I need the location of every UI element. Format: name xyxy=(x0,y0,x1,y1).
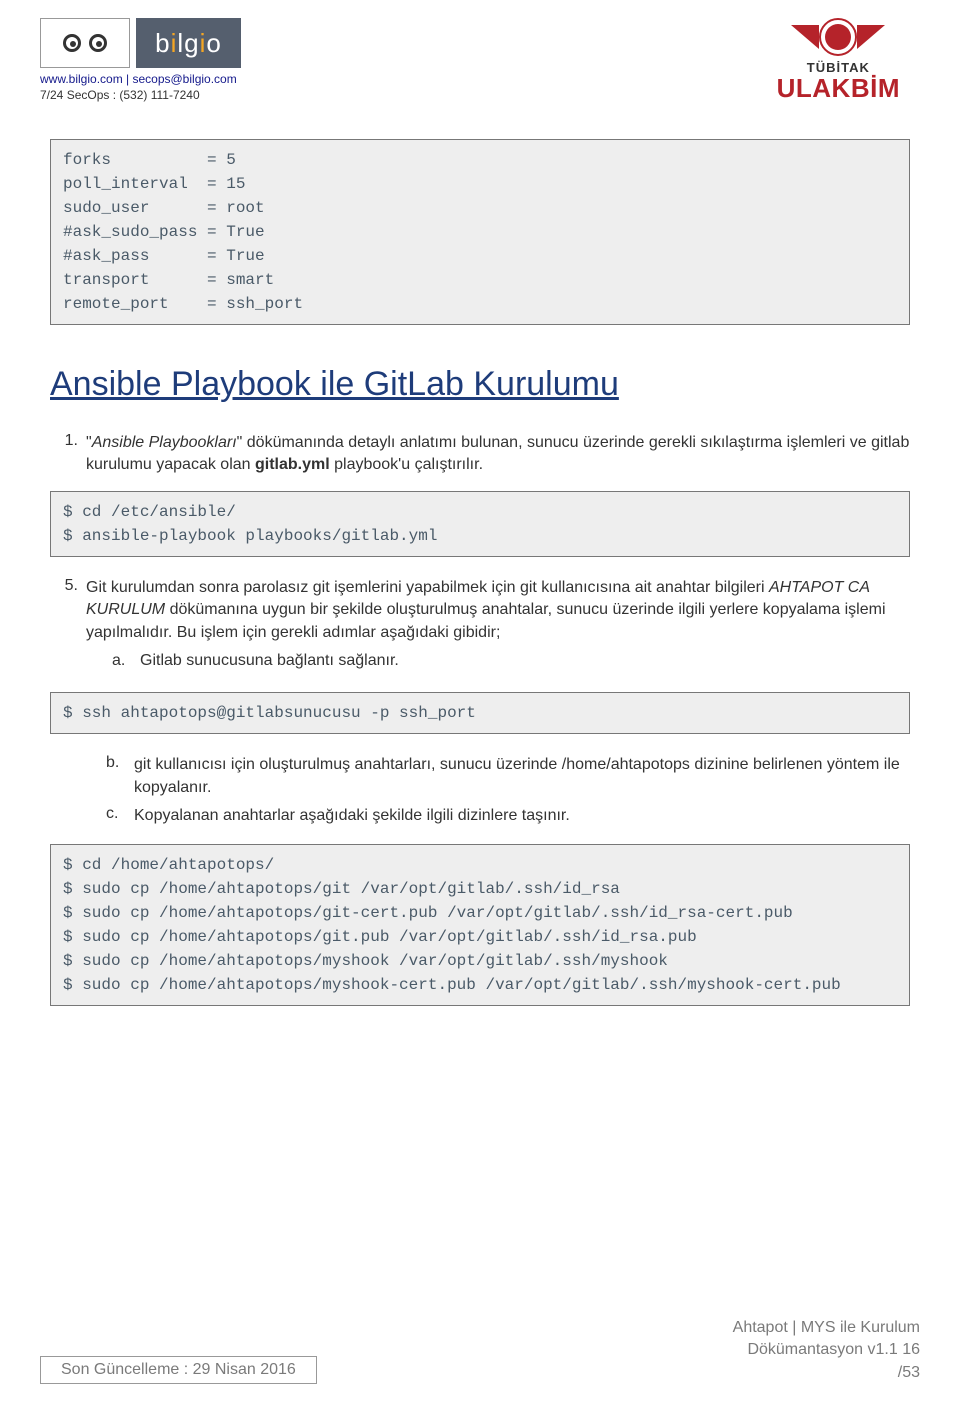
sub-letter: a. xyxy=(112,650,132,672)
page-header: bilgio www.bilgio.com | secops@bilgio.co… xyxy=(0,0,960,104)
footer-right: Ahtapot | MYS ile Kurulum Dökümantasyon … xyxy=(733,1317,920,1384)
bilgio-logo: bilgio xyxy=(136,18,241,68)
item-number: 5. xyxy=(50,577,78,679)
code-block-cp: $ cd /home/ahtapotops/ $ sudo cp /home/a… xyxy=(50,844,910,1006)
item-body: "Ansible Playbookları" dökümanında detay… xyxy=(86,432,910,477)
code-block-ansible: $ cd /etc/ansible/ $ ansible-playbook pl… xyxy=(50,491,910,557)
footer: Son Güncelleme : 29 Nisan 2016 Ahtapot |… xyxy=(40,1317,920,1384)
list-item-5: 5. Git kurulumdan sonra parolasız git iş… xyxy=(50,577,910,679)
list-item-1: 1. "Ansible Playbookları" dökümanında de… xyxy=(50,432,910,477)
footer-title: Ahtapot | MYS ile Kurulum xyxy=(733,1317,920,1339)
item-number: 1. xyxy=(50,432,78,477)
owl-logo xyxy=(40,18,130,68)
ulakbim-label: ULAKBİM xyxy=(777,73,900,104)
logo-left: bilgio www.bilgio.com | secops@bilgio.co… xyxy=(40,18,241,104)
tubitak-circle-icon xyxy=(819,18,857,56)
wing-icon xyxy=(857,25,885,49)
sub-text: Kopyalanan anahtarlar aşağıdaki şekilde … xyxy=(134,805,910,827)
contact-line-1: www.bilgio.com | secops@bilgio.com xyxy=(40,72,241,86)
section-title: Ansible Playbook ile GitLab Kurulumu xyxy=(50,365,910,404)
content: forks = 5 poll_interval = 15 sudo_user =… xyxy=(0,139,960,1006)
sub-text: git kullanıcısı için oluşturulmuş anahta… xyxy=(134,754,910,799)
footer-page: /53 xyxy=(733,1362,920,1384)
item-body: Git kurulumdan sonra parolasız git işeml… xyxy=(86,577,910,679)
sub-item-c: c. Kopyalanan anahtarlar aşağıdaki şekil… xyxy=(106,805,910,827)
logo-right: TÜBİTAK ULAKBİM xyxy=(777,18,900,104)
footer-version: Dökümantasyon v1.1 16 xyxy=(733,1339,920,1361)
sub-item-b: b. git kullanıcısı için oluşturulmuş ana… xyxy=(106,754,910,799)
sub-text: Gitlab sunucusuna bağlantı sağlanır. xyxy=(140,650,910,672)
wing-icon xyxy=(791,25,819,49)
footer-date: Son Güncelleme : 29 Nisan 2016 xyxy=(40,1356,317,1384)
sub-letter: c. xyxy=(106,805,126,827)
code-block-ssh: $ ssh ahtapotops@gitlabsunucusu -p ssh_p… xyxy=(50,692,910,734)
sub-letter: b. xyxy=(106,754,126,799)
contact-line-2: 7/24 SecOps : (532) 111-7240 xyxy=(40,88,241,102)
code-block-config: forks = 5 poll_interval = 15 sudo_user =… xyxy=(50,139,910,325)
